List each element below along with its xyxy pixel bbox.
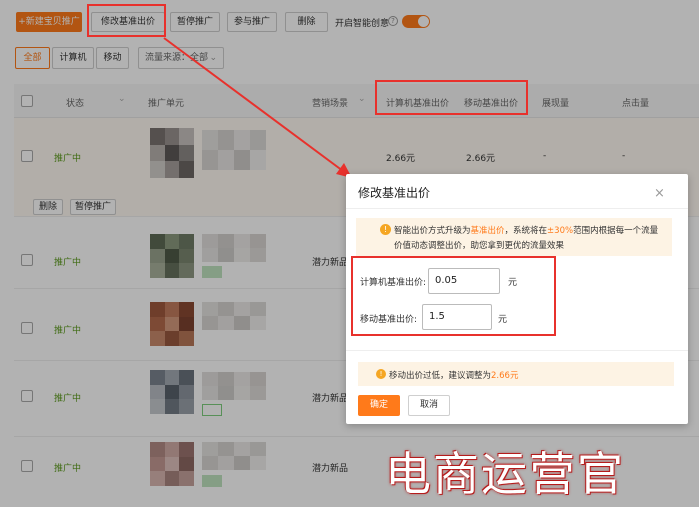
- divider: [346, 208, 688, 209]
- suggested-bid[interactable]: 2.66元: [491, 371, 518, 381]
- mobile-bid-input[interactable]: 1.5: [422, 304, 492, 330]
- notice-link[interactable]: 基准出价: [471, 226, 505, 236]
- pc-bid-label: 计算机基准出价:: [360, 278, 427, 288]
- close-icon[interactable]: ×: [654, 186, 665, 201]
- pc-bid-input[interactable]: 0.05: [428, 268, 500, 294]
- modify-bid-dialog: 修改基准出价 × ! 智能出价方式升级为基准出价，系统将在±30%范围内根据每一…: [346, 174, 688, 424]
- dialog-title: 修改基准出价: [358, 186, 431, 200]
- notice-line2: 价值动态调整出价，助您拿到更优的流量效果: [394, 241, 565, 251]
- confirm-button[interactable]: 确定: [358, 395, 400, 416]
- warning-icon: !: [376, 369, 386, 379]
- watermark-text: 电商运营官: [385, 447, 625, 501]
- mobile-bid-unit: 元: [498, 315, 508, 325]
- divider: [346, 350, 688, 351]
- mobile-bid-label: 移动基准出价:: [360, 315, 418, 325]
- notice-box: ! 智能出价方式升级为基准出价，系统将在±30%范围内根据每一个流量 价值动态调…: [356, 218, 672, 256]
- warning-icon: !: [380, 224, 391, 235]
- warning-box: ! 移动出价过低，建议调整为2.66元: [358, 362, 674, 386]
- pc-bid-unit: 元: [508, 278, 518, 288]
- watermark: 电商运营官: [360, 432, 699, 507]
- warning-text: 移动出价过低，建议调整为2.66元: [389, 371, 519, 381]
- cancel-button[interactable]: 取消: [408, 395, 450, 416]
- notice-line1: 智能出价方式升级为基准出价，系统将在±30%范围内根据每一个流量: [394, 226, 659, 236]
